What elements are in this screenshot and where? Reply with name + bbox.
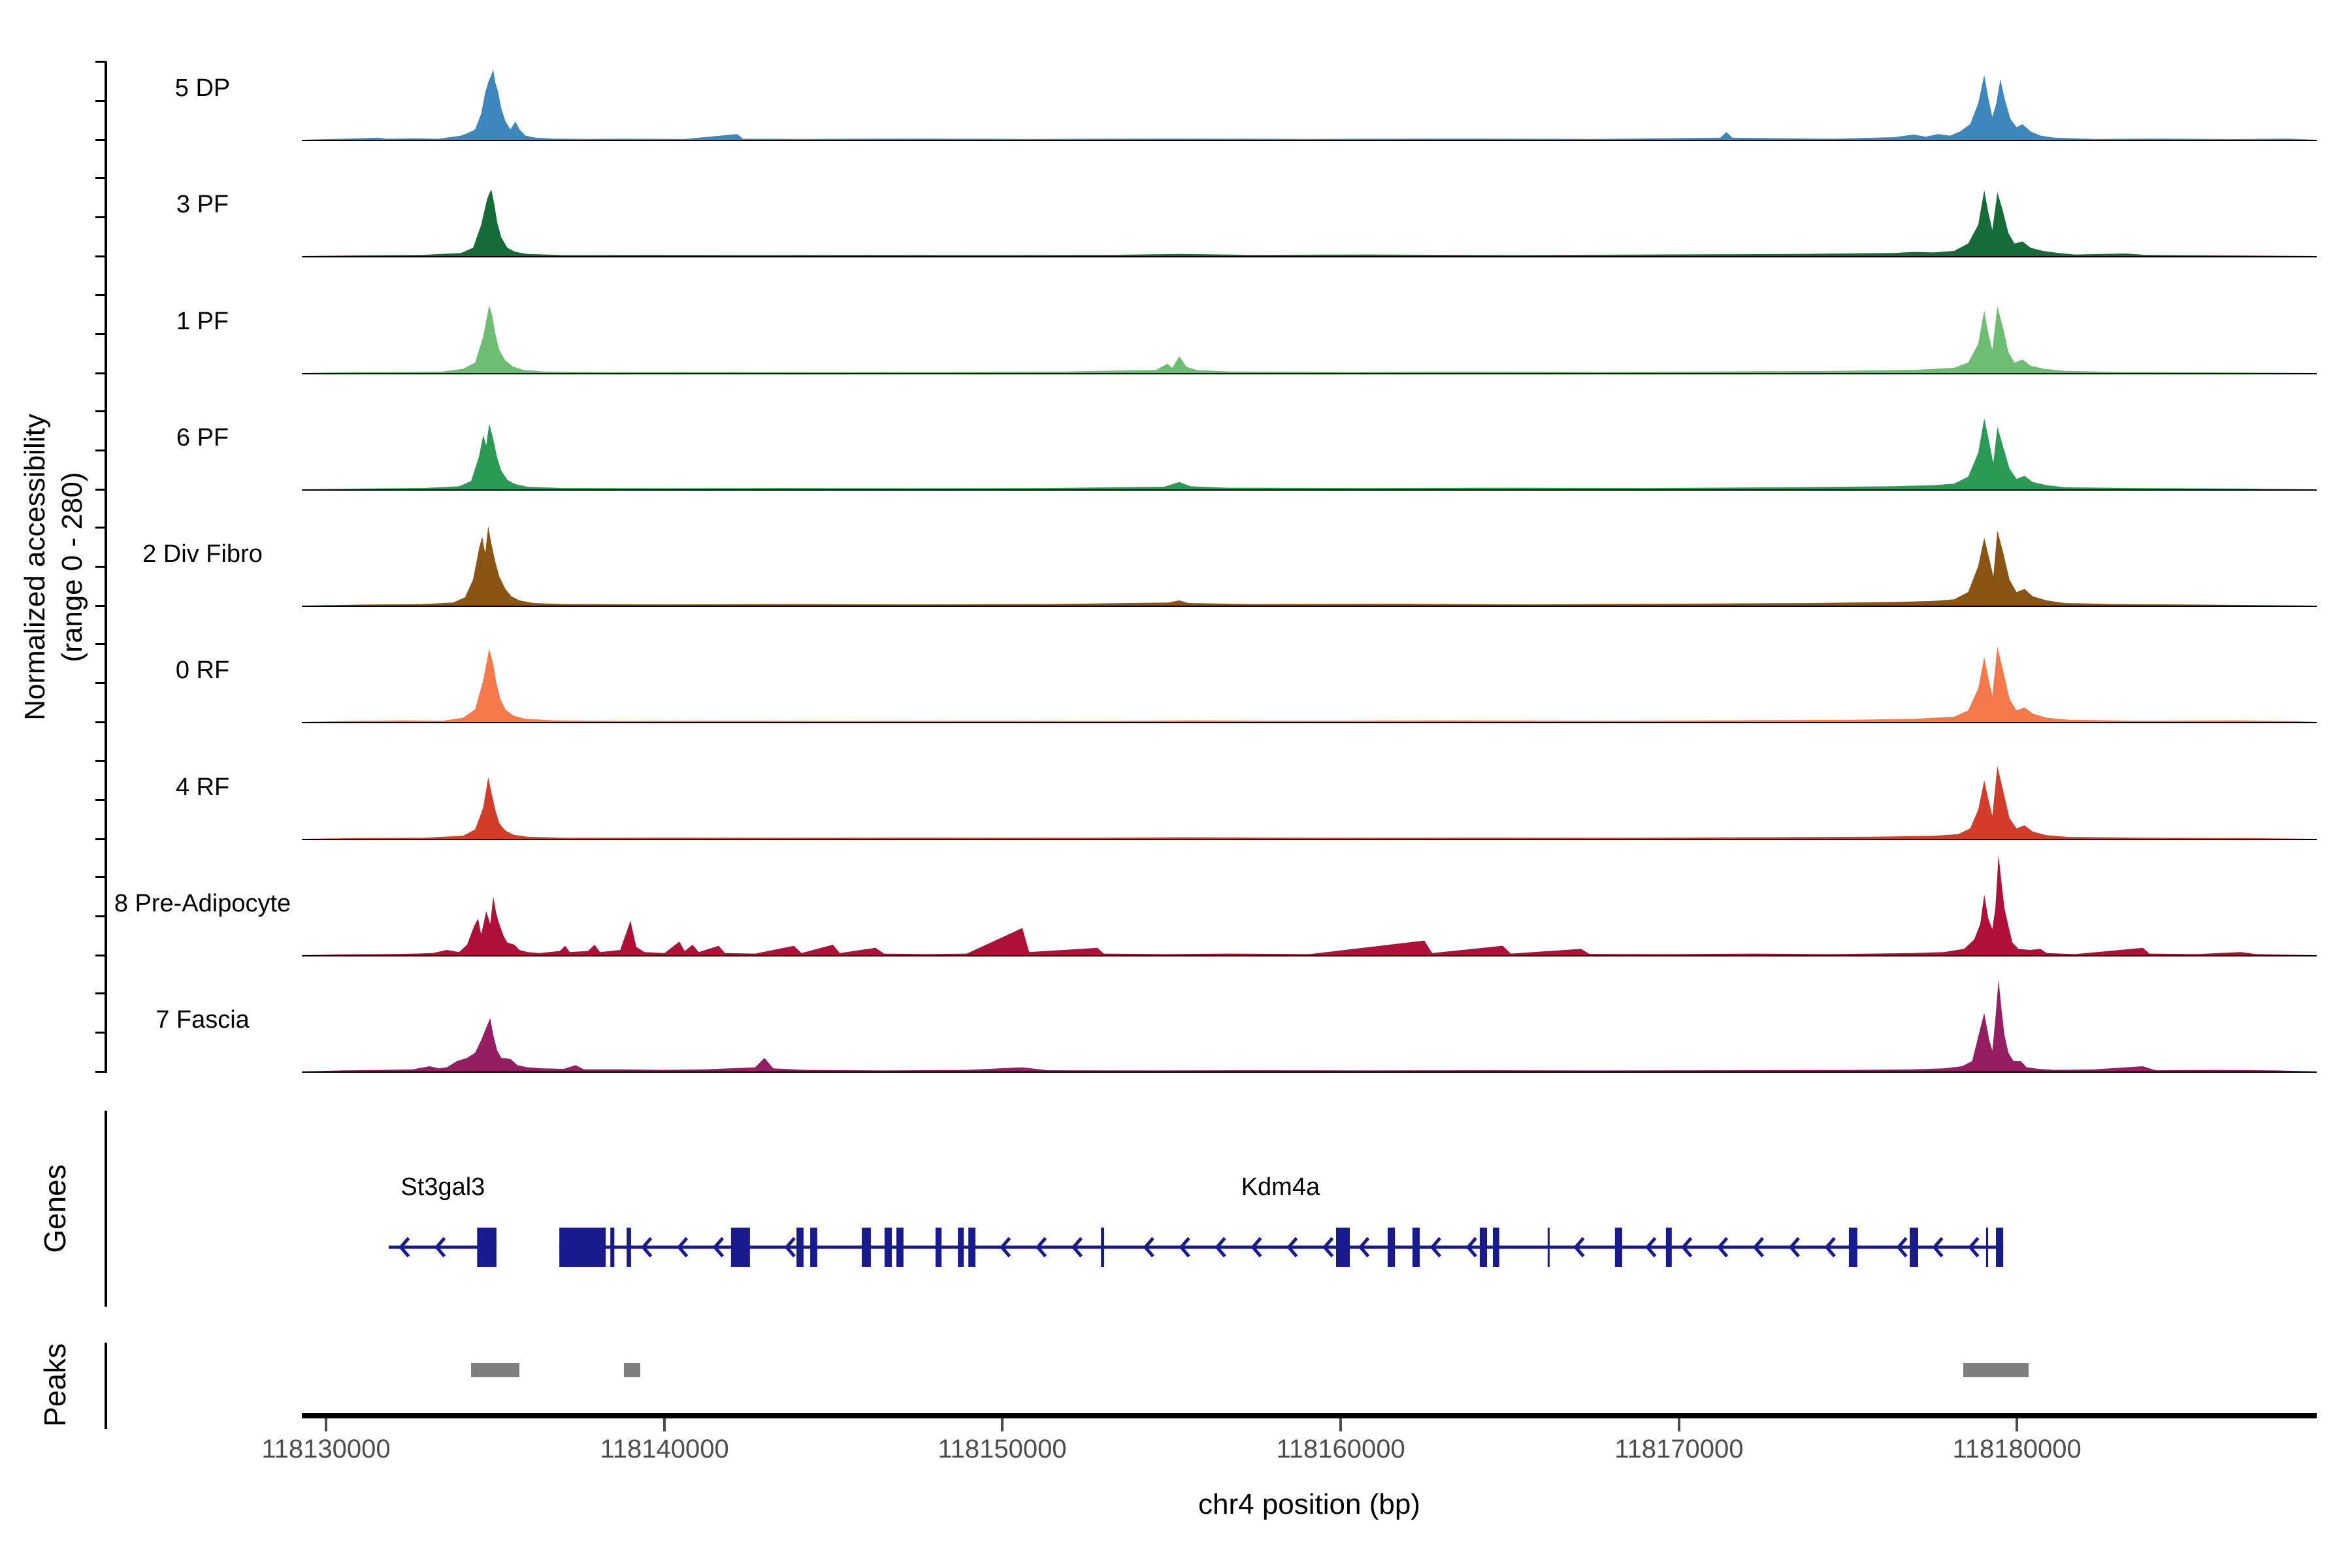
coverage-area-3-pf [302,152,2317,256]
coverage-area-5-dp [302,35,2317,140]
y-axis-tick [95,294,106,296]
y-axis-tick [95,100,106,102]
y-axis-tick [95,177,106,179]
y-axis-tick [95,410,106,412]
track-baseline [302,839,2317,840]
y-axis-tick [95,372,106,374]
coverage-area-2-div-fibro [302,501,2317,606]
y-axis-tick [95,255,106,257]
peak-region-box [624,1363,640,1377]
peaks-section-label: Peaks [37,1343,73,1427]
x-axis-tick-label: 118170000 [1542,1435,1816,1464]
peaks-bracket-line [105,1343,107,1429]
coverage-area-8-pre-adipocyte [302,851,2317,955]
x-axis-title: chr4 position (bp) [1113,1488,1505,1521]
coverage-area-7-fascia [302,967,2317,1071]
y-axis-tick [95,1032,106,1034]
x-axis-tick-label: 118160000 [1203,1435,1478,1464]
coverage-area-4-rf [302,734,2317,839]
coverage-area-1-pf [302,269,2317,373]
y-axis-tick [95,643,106,645]
track-baseline [302,489,2317,491]
y-axis-tick [95,1071,106,1073]
y-axis-tick [95,876,106,878]
y-axis-tick [95,915,106,917]
y-axis-tick [95,61,106,63]
track-baseline [302,373,2317,374]
gene-models-canvas [302,1156,2317,1300]
coverage-area-6-pf [302,385,2317,489]
x-axis-tick-label: 118180000 [1880,1435,2154,1464]
track-baseline [302,722,2317,723]
y-axis-tick [95,566,106,568]
genes-bracket-line [105,1111,107,1307]
coverage-area-0-rf [302,617,2317,722]
y-axis-tick [95,216,106,218]
track-baseline [302,256,2317,257]
track-baseline [302,606,2317,607]
peak-region-box [471,1363,519,1377]
track-baseline [302,140,2317,141]
y-axis-tick [95,449,106,451]
y-axis-tick [95,838,106,840]
x-axis-tick-label: 118140000 [527,1435,802,1464]
y-axis-tick [95,760,106,762]
y-axis-tick [95,992,106,994]
y-axis-tick [95,721,106,723]
x-axis-tick [1678,1418,1680,1431]
x-axis-tick [1001,1418,1004,1431]
peak-region-box [1963,1363,2029,1377]
track-baseline [302,955,2317,956]
x-axis-tick [1339,1418,1342,1431]
y-axis-tick [95,333,106,335]
x-axis-line [302,1413,2317,1418]
track-baseline [302,1071,2317,1073]
x-axis-tick [2016,1418,2018,1431]
x-axis-tick [663,1418,666,1431]
y-axis-tick [95,139,106,141]
y-axis-tick [95,489,106,491]
y-axis-tick [95,799,106,801]
y-axis-tick [95,605,106,607]
y-axis-tick [95,527,106,529]
y-axis-tick [95,955,106,956]
x-axis-tick [325,1418,327,1431]
y-axis-tick [95,682,106,684]
x-axis-tick-label: 118150000 [865,1435,1139,1464]
x-axis-tick-label: 118130000 [189,1435,463,1464]
genes-section-label: Genes [37,1164,73,1253]
